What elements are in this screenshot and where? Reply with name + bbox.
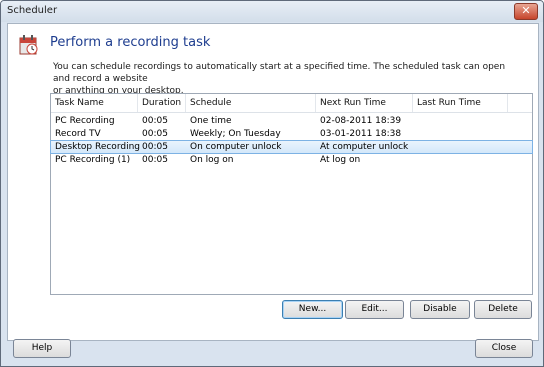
column-header-schedule[interactable]: Schedule <box>186 94 316 112</box>
task-list[interactable]: Task Name Duration Schedule Next Run Tim… <box>50 93 533 295</box>
cell-duration: 00:05 <box>142 142 168 152</box>
column-header-next-run-time[interactable]: Next Run Time <box>316 94 413 112</box>
title-bar: Scheduler ✕ <box>1 1 543 22</box>
scheduler-icon <box>19 35 38 55</box>
description-text: You can schedule recordings to automatic… <box>53 61 523 97</box>
cell-next-run: At computer unlock <box>320 142 409 152</box>
cell-next-run: 03-01-2011 18:38 <box>320 129 402 139</box>
cell-task-name: PC Recording (1) <box>55 155 131 165</box>
table-row-selected[interactable]: Desktop Recording 00:05 On computer unlo… <box>50 140 533 154</box>
cell-schedule: On log on <box>190 155 234 165</box>
window-title: Scheduler <box>7 5 58 16</box>
table-row[interactable]: PC Recording (1) 00:05 On log on At log … <box>51 154 532 166</box>
page-title: Perform a recording task <box>50 35 211 50</box>
column-header-task-name[interactable]: Task Name <box>51 94 138 112</box>
cell-duration: 00:05 <box>142 155 168 165</box>
dialog-content: Perform a recording task You can schedul… <box>7 23 539 341</box>
close-button[interactable]: Close <box>475 339 533 358</box>
window-close-button[interactable]: ✕ <box>514 3 538 20</box>
cell-task-name: Desktop Recording <box>55 142 140 152</box>
column-header-last-run-time[interactable]: Last Run Time <box>413 94 508 112</box>
help-button[interactable]: Help <box>13 339 71 358</box>
cell-schedule: One time <box>190 116 232 126</box>
cell-schedule: Weekly; On Tuesday <box>190 129 281 139</box>
disable-button[interactable]: Disable <box>410 300 470 319</box>
table-row[interactable]: PC Recording 00:05 One time 02-08-2011 1… <box>51 115 532 127</box>
new-button[interactable]: New... <box>282 300 343 319</box>
cell-next-run: At log on <box>320 155 361 165</box>
cell-task-name: PC Recording <box>55 116 115 126</box>
description-line-1: You can schedule recordings to automatic… <box>53 62 506 84</box>
cell-duration: 00:05 <box>142 129 168 139</box>
list-header: Task Name Duration Schedule Next Run Tim… <box>51 94 532 113</box>
cell-schedule: On computer unlock <box>190 142 282 152</box>
cell-next-run: 02-08-2011 18:39 <box>320 116 402 126</box>
column-header-duration[interactable]: Duration <box>138 94 186 112</box>
table-row[interactable]: Record TV 00:05 Weekly; On Tuesday 03-01… <box>51 128 532 140</box>
scheduler-window: Scheduler ✕ Perform a recording task You… <box>0 0 544 367</box>
cell-task-name: Record TV <box>55 129 101 139</box>
cell-duration: 00:05 <box>142 116 168 126</box>
edit-button[interactable]: Edit... <box>345 300 404 319</box>
delete-button[interactable]: Delete <box>474 300 532 319</box>
